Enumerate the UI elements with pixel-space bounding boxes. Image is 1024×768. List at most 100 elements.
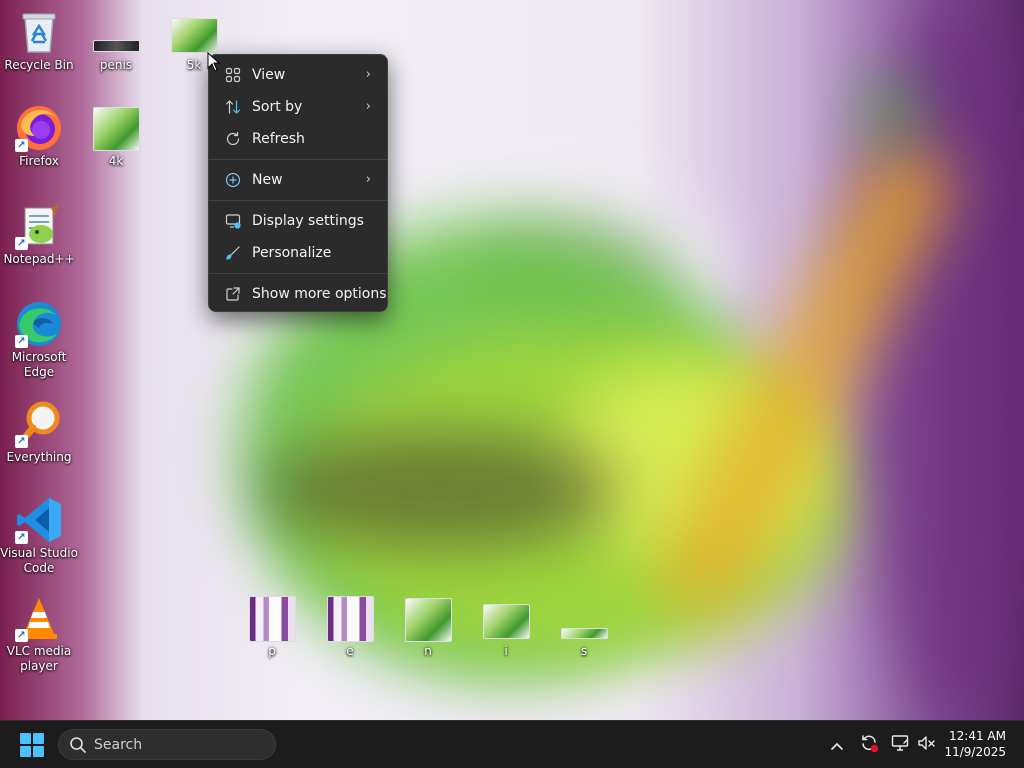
menu-item-new[interactable]: New › (209, 164, 387, 196)
desktop-icon-notepadplusplus[interactable]: ↗ Notepad++ (0, 202, 78, 267)
volume-button[interactable] (914, 733, 938, 757)
chevron-up-icon (830, 736, 844, 755)
desktop-icon-file-penis[interactable]: penis (77, 8, 155, 73)
desktop-icon-label: Visual Studio Code (0, 546, 78, 575)
add-circle-icon (223, 170, 243, 190)
desktop-icon-label: Everything (6, 450, 72, 464)
menu-item-label: View (252, 67, 286, 83)
image-file-icon (92, 104, 140, 152)
menu-item-sort-by[interactable]: Sort by › (209, 91, 387, 123)
desktop-icon-label: Microsoft Edge (11, 350, 67, 379)
menu-item-label: Show more options (252, 286, 387, 302)
file-thumbnail (171, 18, 218, 53)
desktop-icon-file-4k[interactable]: 4k (77, 104, 155, 169)
search-icon (69, 736, 87, 758)
shortcut-arrow-icon: ↗ (15, 435, 28, 448)
clock-time: 12:41 AM (949, 729, 1006, 743)
menu-separator (209, 159, 387, 160)
taskbar-search-box[interactable]: Search (58, 729, 276, 760)
chevron-right-icon: › (365, 172, 371, 187)
desktop-icon-firefox[interactable]: ↗ Firefox (0, 104, 78, 169)
image-file-icon (560, 594, 608, 642)
file-thumbnail (405, 598, 452, 642)
desktop-icon-label: e (346, 644, 354, 658)
menu-item-display-settings[interactable]: Display settings (209, 205, 387, 237)
desktop-icon-file-e[interactable]: e (311, 594, 389, 659)
file-thumbnail (483, 604, 530, 639)
image-file-icon (326, 594, 374, 642)
network-button[interactable] (888, 733, 912, 757)
taskbar: Search 12:41 AM 11/9/2025 (0, 720, 1024, 768)
menu-item-refresh[interactable]: Refresh (209, 123, 387, 155)
chevron-right-icon: › (365, 67, 371, 82)
shortcut-arrow-icon: ↗ (15, 335, 28, 348)
desktop-icon-visual-studio-code[interactable]: ↗ Visual Studio Code (0, 496, 78, 576)
desktop-icon-file-i[interactable]: i (467, 594, 545, 659)
desktop-icon-label: s (580, 644, 588, 658)
menu-item-label: Sort by (252, 99, 303, 115)
image-file-icon (404, 594, 452, 642)
desktop-icon-file-s[interactable]: s (545, 594, 623, 659)
menu-item-view[interactable]: View › (209, 59, 387, 91)
file-thumbnail (93, 107, 140, 151)
desktop-icon-label: Recycle Bin (4, 58, 74, 72)
file-thumbnail (327, 596, 374, 642)
edge-icon: ↗ (15, 300, 63, 348)
display-settings-icon (223, 211, 243, 231)
image-file-icon (92, 8, 140, 56)
desktop-icon-label: VLC media player (6, 644, 72, 673)
brush-icon (223, 243, 243, 263)
wallpaper-shape (860, 80, 920, 140)
start-button[interactable] (20, 733, 44, 757)
vscode-icon: ↗ (15, 496, 63, 544)
desktop-icon-microsoft-edge[interactable]: ↗ Microsoft Edge (0, 300, 78, 380)
notepadplusplus-icon: ↗ (15, 202, 63, 250)
menu-item-label: Refresh (252, 131, 305, 147)
desktop-icon-label: n (424, 644, 432, 658)
menu-separator (209, 273, 387, 274)
shortcut-arrow-icon: ↗ (15, 531, 28, 544)
sync-status-button[interactable] (857, 733, 881, 757)
desktop-icon-label: penis (99, 58, 133, 72)
mouse-cursor-icon (207, 51, 221, 72)
desktop-icon-everything[interactable]: ↗ Everything (0, 400, 78, 465)
shortcut-arrow-icon: ↗ (15, 139, 28, 152)
menu-item-label: Personalize (252, 245, 332, 261)
desktop-icon-file-p[interactable]: p (233, 594, 311, 659)
everything-search-icon: ↗ (15, 400, 63, 448)
sync-icon (859, 733, 879, 757)
shortcut-arrow-icon: ↗ (15, 629, 28, 642)
file-thumbnail (561, 628, 608, 639)
desktop-icon-recycle-bin[interactable]: Recycle Bin (0, 8, 78, 73)
desktop-icon-file-n[interactable]: n (389, 594, 467, 659)
menu-item-personalize[interactable]: Personalize (209, 237, 387, 269)
volume-muted-icon (916, 733, 936, 757)
menu-item-label: Display settings (252, 213, 364, 229)
firefox-icon: ↗ (15, 104, 63, 152)
desktop-icon-label: i (504, 644, 508, 658)
desktop-icon-label: Firefox (19, 154, 59, 168)
network-icon (890, 733, 910, 757)
desktop-icon-label: 4k (108, 154, 124, 168)
menu-item-label: New (252, 172, 283, 188)
clock-date: 11/9/2025 (944, 745, 1006, 759)
file-thumbnail (249, 596, 296, 642)
sort-icon (223, 97, 243, 117)
file-thumbnail (93, 40, 140, 52)
taskbar-clock[interactable]: 12:41 AM 11/9/2025 (944, 728, 1006, 760)
shortcut-arrow-icon: ↗ (15, 237, 28, 250)
image-file-icon (482, 594, 530, 642)
show-hidden-icons-button[interactable] (825, 733, 849, 757)
desktop-icon-label: p (268, 644, 276, 658)
image-file-icon (248, 594, 296, 642)
chevron-right-icon: › (365, 99, 371, 114)
menu-separator (209, 200, 387, 201)
menu-item-show-more-options[interactable]: Show more options (209, 278, 387, 310)
vlc-icon: ↗ (15, 594, 63, 642)
refresh-icon (223, 129, 243, 149)
desktop-icon-label: Notepad++ (3, 252, 75, 266)
open-external-icon (223, 284, 243, 304)
desktop-icon-vlc[interactable]: ↗ VLC media player (0, 594, 78, 674)
wallpaper-shape (260, 430, 620, 550)
grid-view-icon (223, 65, 243, 85)
